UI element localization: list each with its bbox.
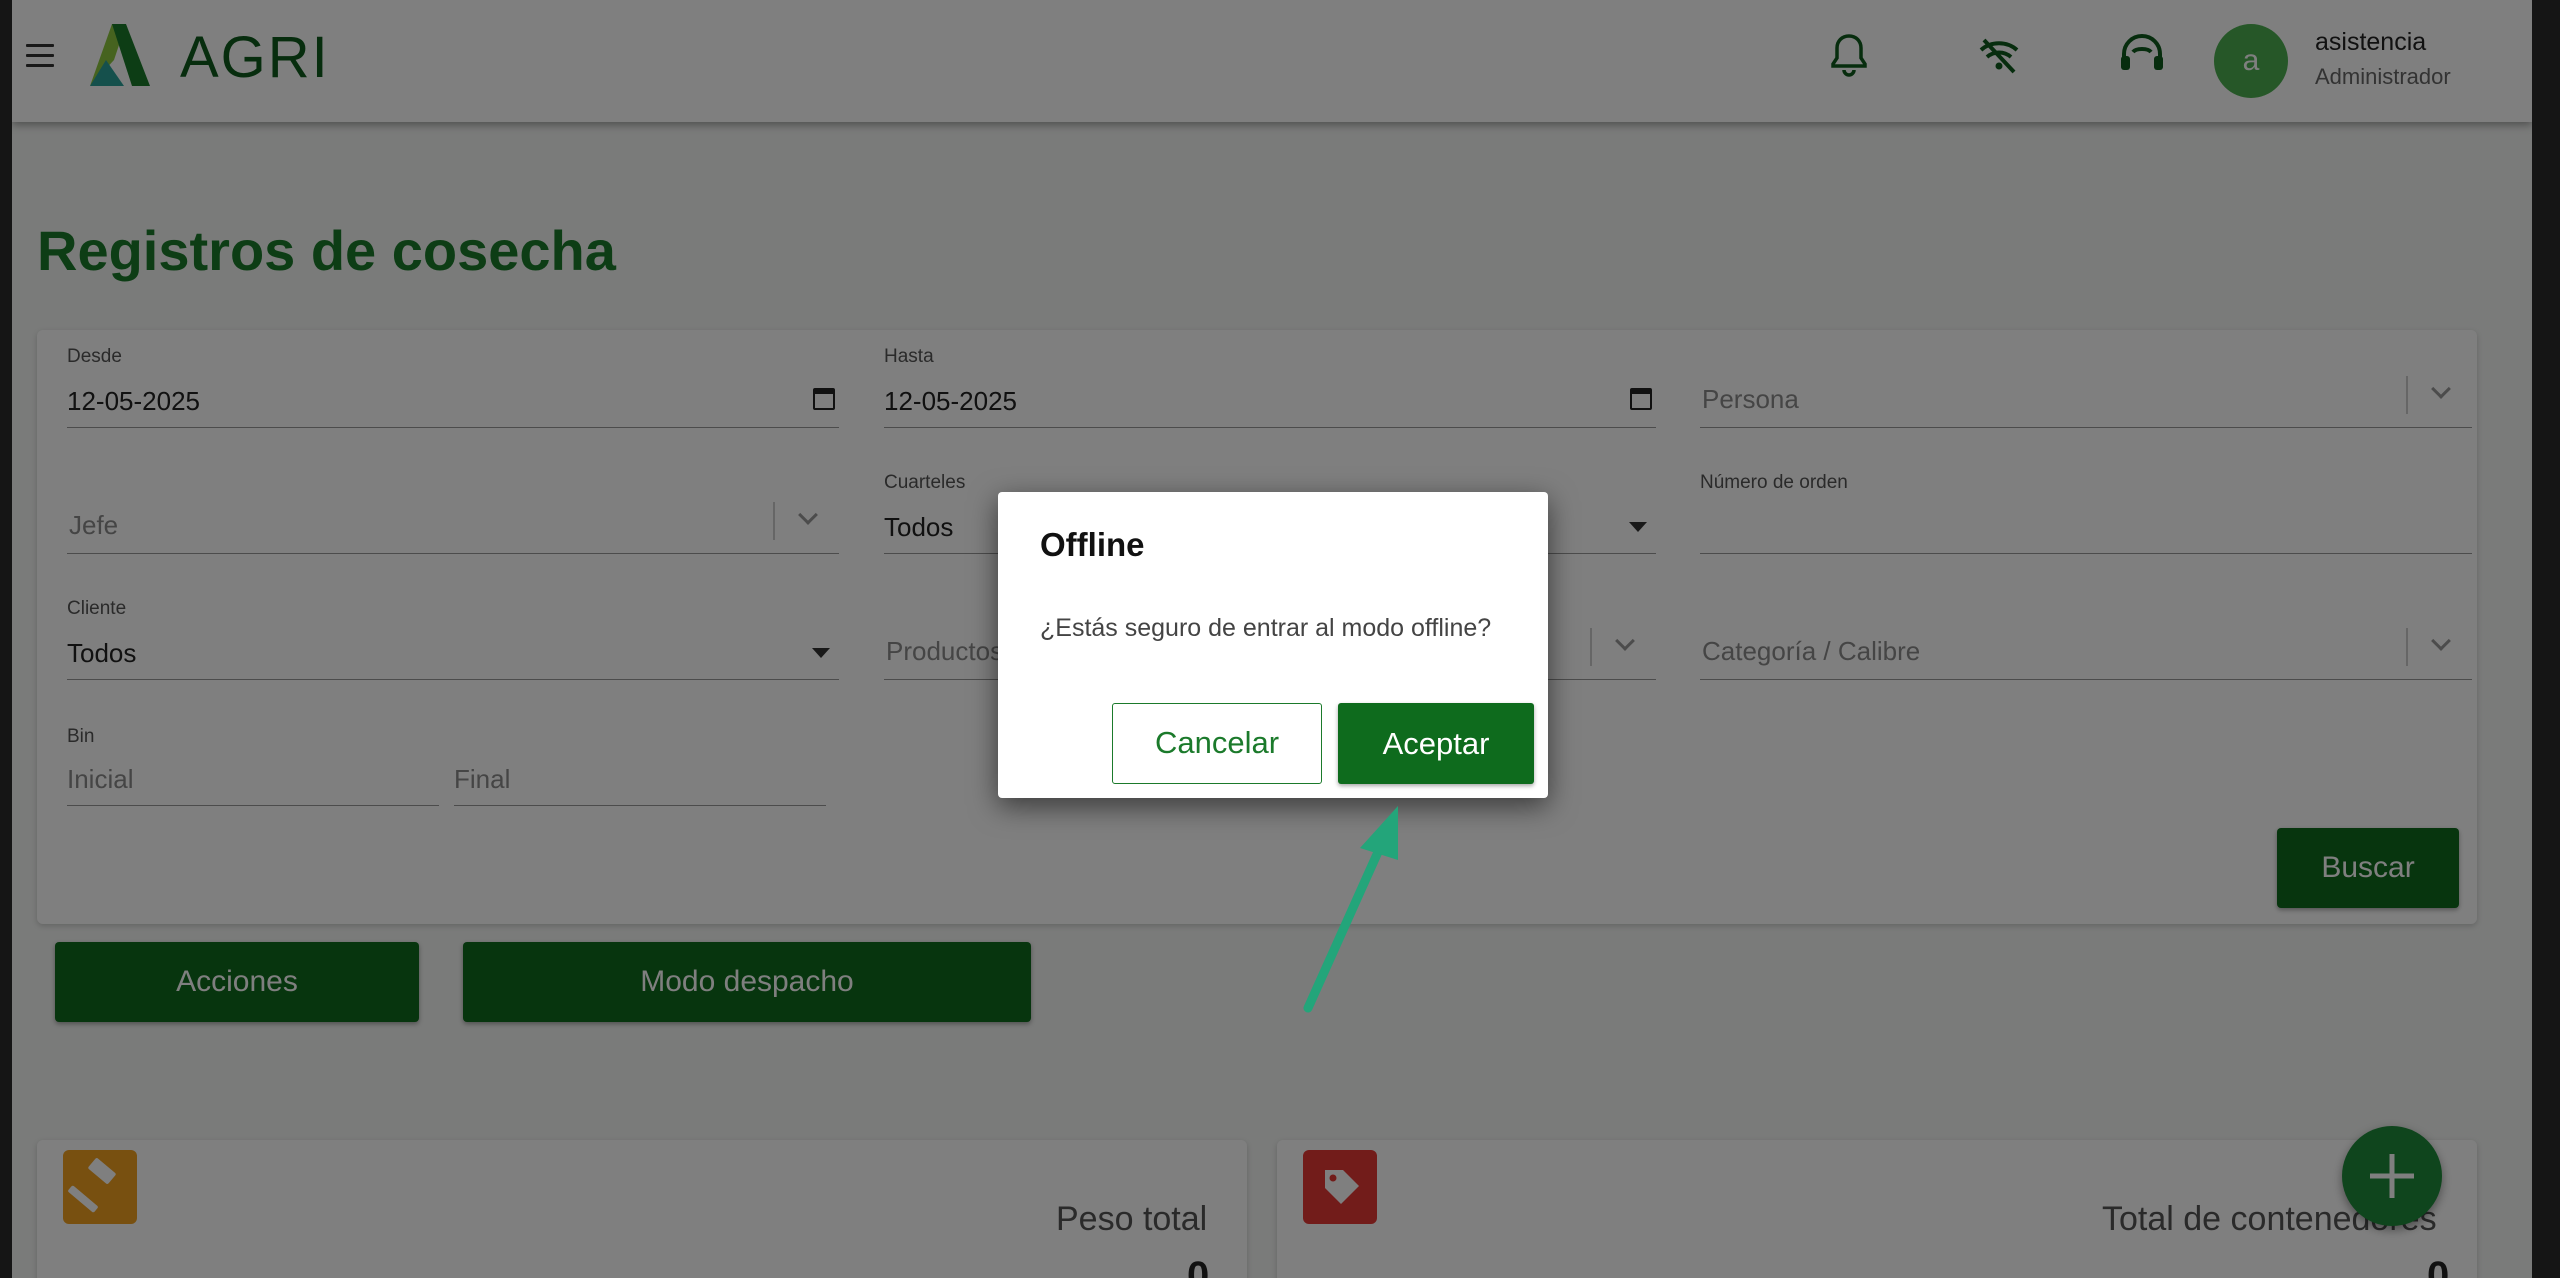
annotation-arrow-icon xyxy=(1303,806,1398,1013)
